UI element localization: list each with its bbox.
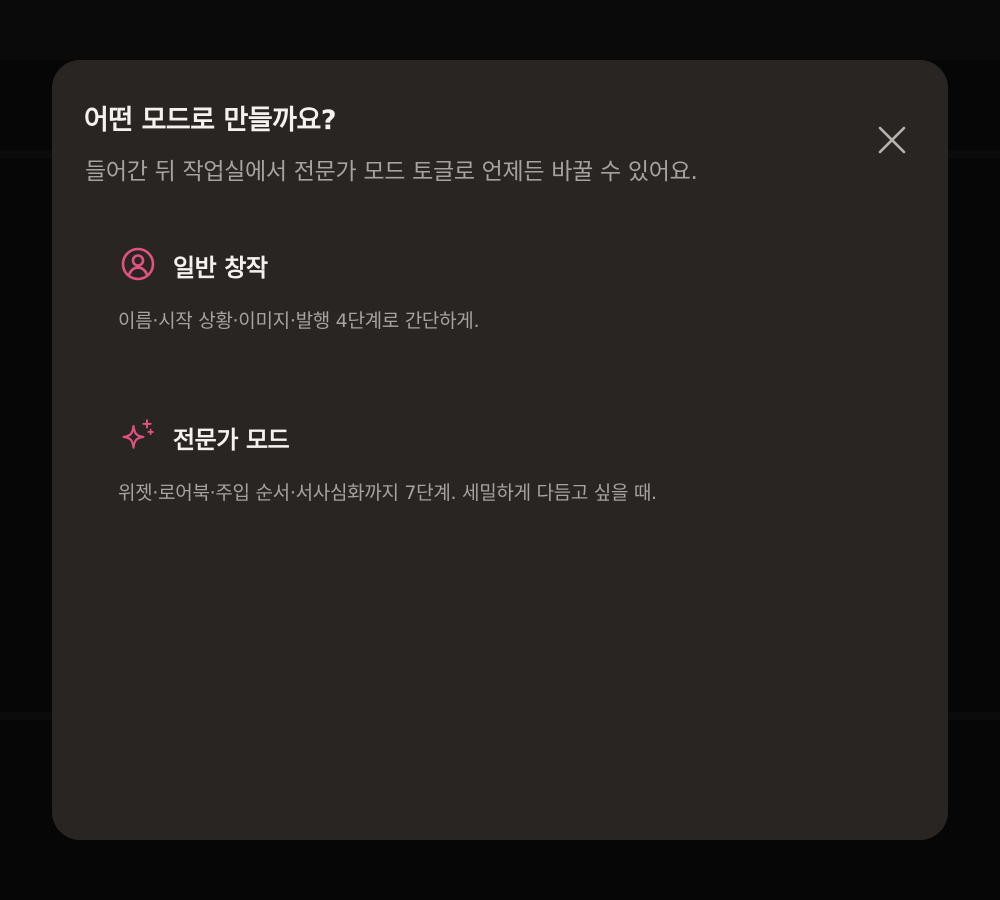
mode-option-general[interactable]: 일반 창작 이름·시작 상황·이미지·발행 4단계로 간단하게. [104,220,884,340]
close-button[interactable] [868,116,916,164]
backdrop-band [0,0,1000,60]
sparkles-icon [120,418,156,454]
dialog-subtitle: 들어간 뒤 작업실에서 전문가 모드 토글로 언제든 바꿀 수 있어요. [85,159,698,185]
user-circle-icon [120,246,156,282]
dialog-title: 어떤 모드로 만들까요? [84,105,337,136]
mode-select-dialog: 어떤 모드로 만들까요? 들어간 뒤 작업실에서 전문가 모드 토글로 언제든 … [52,60,948,840]
mode-name: 전문가 모드 [173,426,290,454]
mode-description: 위젯·로어북·주입 순서·서사심화까지 7단계. 세밀하게 다듬고 싶을 때. [118,482,657,504]
mode-name: 일반 창작 [173,254,268,282]
mode-description: 이름·시작 상황·이미지·발행 4단계로 간단하게. [118,310,480,332]
mode-option-expert[interactable]: 전문가 모드 위젯·로어북·주입 순서·서사심화까지 7단계. 세밀하게 다듬고… [104,392,884,512]
close-icon [878,126,906,154]
